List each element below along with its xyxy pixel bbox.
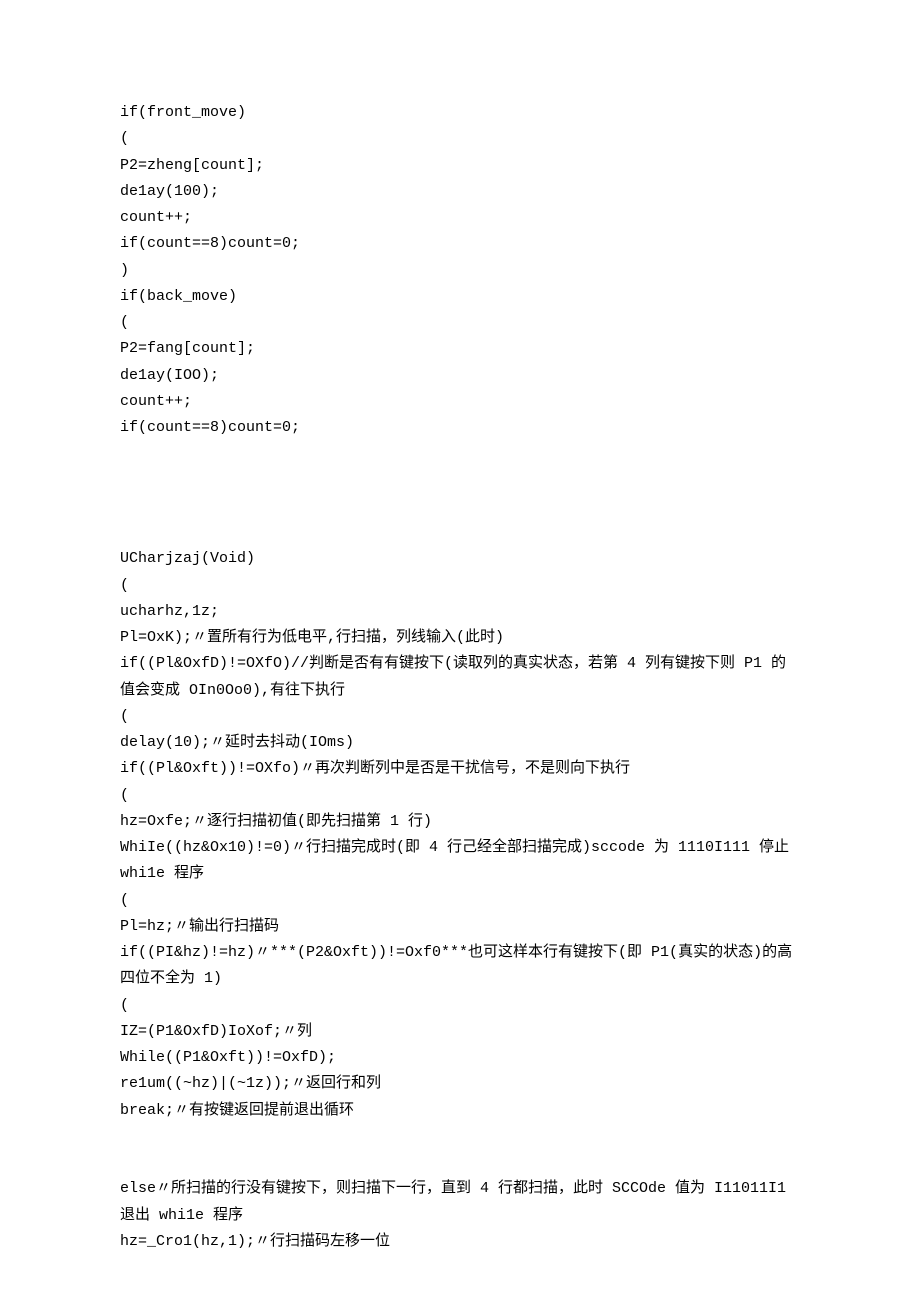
code-line: Pl=OxK);〃置所有行为低电平,行扫描，列线输入(此时) <box>120 625 800 651</box>
code-line: Pl=hz;〃输出行扫描码 <box>120 914 800 940</box>
code-line: While((P1&Oxft))!=OxfD); <box>120 1045 800 1071</box>
blank-line <box>120 1124 800 1150</box>
code-line: ( <box>120 126 800 152</box>
code-line: ( <box>120 888 800 914</box>
code-line: IZ=(P1&OxfD)IoXof;〃列 <box>120 1019 800 1045</box>
code-line: hz=Oxfe;〃逐行扫描初值(即先扫描第 1 行) <box>120 809 800 835</box>
code-line: ( <box>120 783 800 809</box>
code-line: if((PI&hz)!=hz)〃***(P2&Oxft))!=Oxf0***也可… <box>120 940 800 993</box>
blank-line <box>120 441 800 467</box>
code-line: ( <box>120 310 800 336</box>
blank-line <box>120 520 800 546</box>
code-line: else〃所扫描的行没有键按下，则扫描下一行，直到 4 行都扫描，此时 SCCO… <box>120 1176 800 1229</box>
code-line: WhiIe((hz&Ox10)!=0)〃行扫描完成时(即 4 行己经全部扫描完成… <box>120 835 800 888</box>
document-page: if(front_move)(P2=zheng[count];de1ay(100… <box>0 0 920 1315</box>
blank-line <box>120 494 800 520</box>
code-line: UCharjzaj(Void) <box>120 546 800 572</box>
code-line: if(count==8)count=0; <box>120 415 800 441</box>
code-line: hz=_Cro1(hz,1);〃行扫描码左移一位 <box>120 1229 800 1255</box>
code-line: if((Pl&Oxft))!=OXfo)〃再次判断列中是否是干扰信号，不是则向下… <box>120 756 800 782</box>
code-line: ( <box>120 993 800 1019</box>
code-line: P2=fang[count]; <box>120 336 800 362</box>
code-line: de1ay(100); <box>120 179 800 205</box>
code-line: if(front_move) <box>120 100 800 126</box>
code-line: delay(10);〃延时去抖动(IOms) <box>120 730 800 756</box>
blank-line <box>120 468 800 494</box>
code-line: break;〃有按键返回提前退出循环 <box>120 1098 800 1124</box>
code-line: de1ay(IOO); <box>120 363 800 389</box>
code-line: if((Pl&OxfD)!=OXfO)//判断是否有有键按下(读取列的真实状态，… <box>120 651 800 704</box>
code-line: count++; <box>120 205 800 231</box>
code-line: if(back_move) <box>120 284 800 310</box>
code-line: ( <box>120 704 800 730</box>
code-line: ucharhz,1z; <box>120 599 800 625</box>
code-line: ) <box>120 258 800 284</box>
code-block: if(front_move)(P2=zheng[count];de1ay(100… <box>120 100 800 1255</box>
code-line: ( <box>120 573 800 599</box>
code-line: re1um((~hz)|(~1z));〃返回行和列 <box>120 1071 800 1097</box>
code-line: if(count==8)count=0; <box>120 231 800 257</box>
blank-line <box>120 1150 800 1176</box>
code-line: P2=zheng[count]; <box>120 153 800 179</box>
code-line: count++; <box>120 389 800 415</box>
